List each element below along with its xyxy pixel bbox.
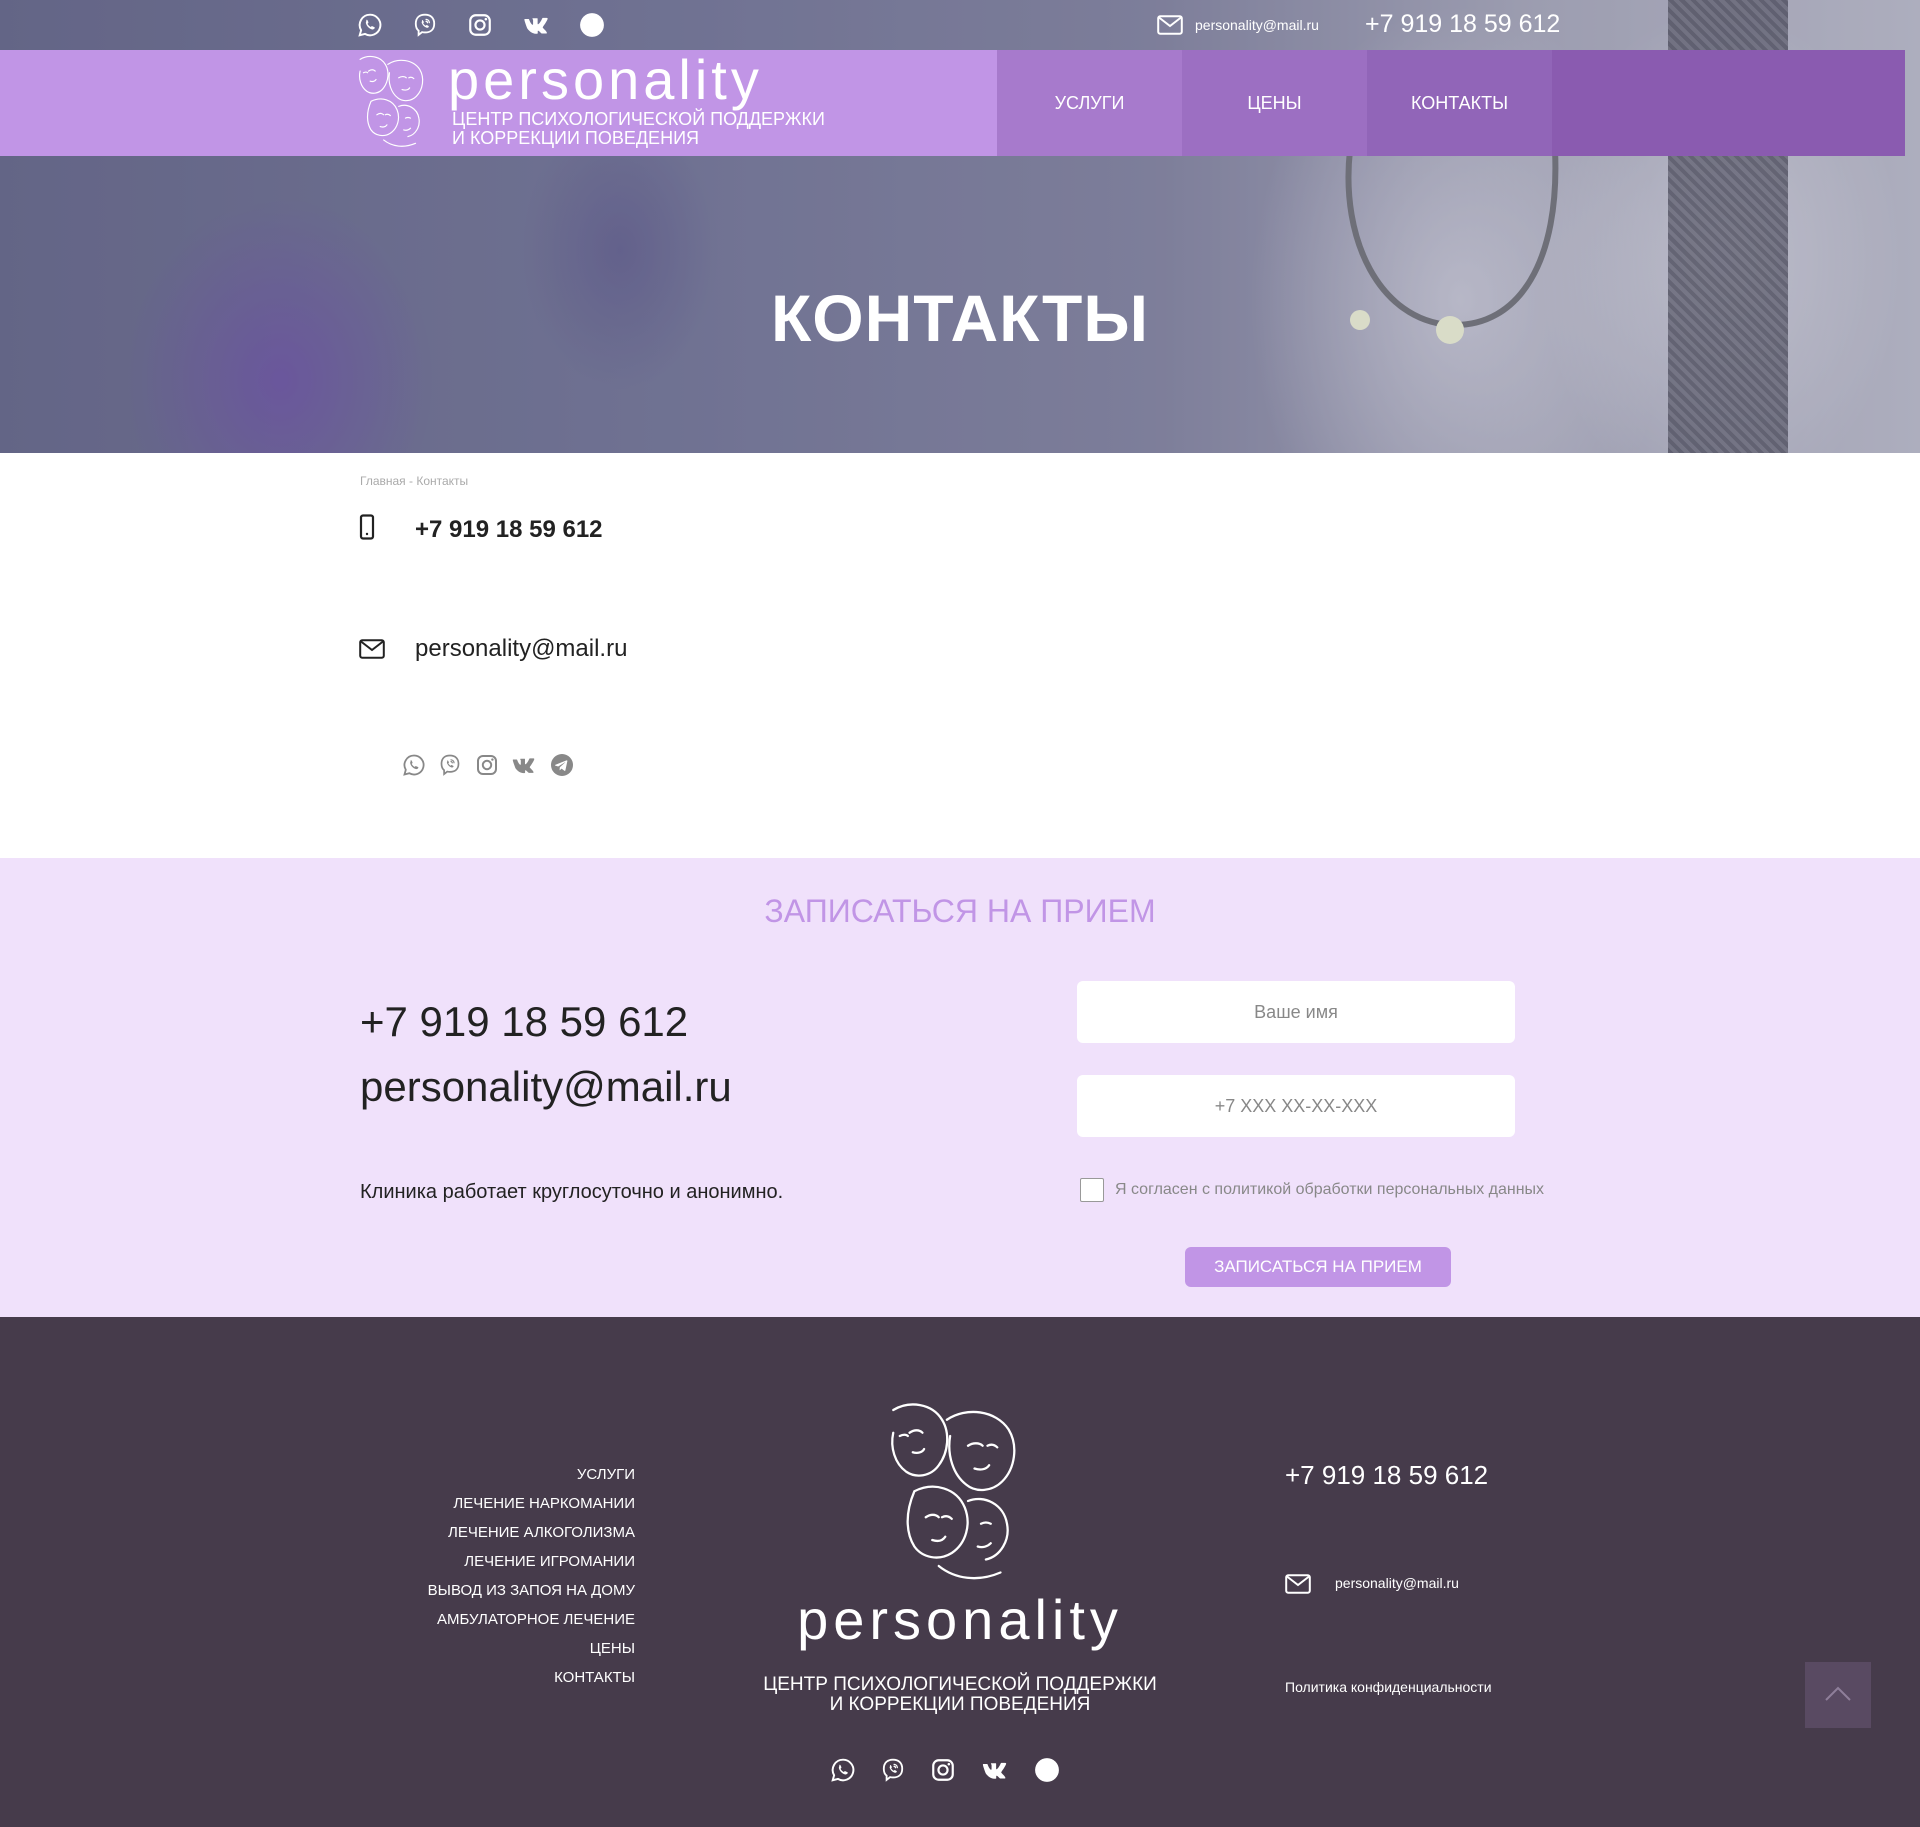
telegram-icon[interactable] bbox=[550, 753, 574, 777]
page-title: КОНТАКТЫ bbox=[771, 281, 1149, 355]
instagram-icon[interactable] bbox=[930, 1757, 956, 1783]
consent-label[interactable]: Я согласен с политикой обработки персона… bbox=[1115, 1181, 1544, 1199]
appointment-phone[interactable]: +7 919 18 59 612 bbox=[360, 998, 688, 1046]
viber-icon[interactable] bbox=[880, 1757, 906, 1783]
footer-menu-item[interactable]: ЛЕЧЕНИЕ НАРКОМАНИИ bbox=[428, 1489, 635, 1518]
logo-faces-icon[interactable] bbox=[350, 50, 434, 156]
name-input[interactable] bbox=[1077, 981, 1515, 1043]
mail-icon bbox=[1157, 15, 1183, 35]
footer-menu: УСЛУГИ ЛЕЧЕНИЕ НАРКОМАНИИ ЛЕЧЕНИЕ АЛКОГО… bbox=[428, 1460, 635, 1692]
topbar: personality@mail.ru +7 919 18 59 612 bbox=[0, 0, 1920, 50]
mobile-phone-icon bbox=[358, 514, 376, 540]
vk-icon[interactable] bbox=[980, 1757, 1006, 1783]
footer-email[interactable]: personality@mail.ru bbox=[1335, 1575, 1459, 1591]
footer-logo-tagline: ЦЕНТР ПСИХОЛОГИЧЕСКОЙ ПОДДЕРЖКИ И КОРРЕК… bbox=[0, 1675, 1920, 1715]
footer: УСЛУГИ ЛЕЧЕНИЕ НАРКОМАНИИ ЛЕЧЕНИЕ АЛКОГО… bbox=[0, 1317, 1920, 1827]
privacy-policy-link[interactable]: Политика конфиденциальности bbox=[1285, 1679, 1492, 1695]
logo-tagline-line2: И КОРРЕКЦИИ ПОВЕДЕНИЯ bbox=[452, 128, 699, 148]
footer-tagline-line1: ЦЕНТР ПСИХОЛОГИЧЕСКОЙ ПОДДЕРЖКИ bbox=[763, 1674, 1157, 1695]
logo-tagline-line1: ЦЕНТР ПСИХОЛОГИЧЕСКОЙ ПОДДЕРЖКИ bbox=[452, 109, 825, 129]
footer-phone[interactable]: +7 919 18 59 612 bbox=[1285, 1460, 1488, 1491]
footer-menu-item[interactable]: ЛЕЧЕНИЕ АЛКОГОЛИЗМА bbox=[428, 1518, 635, 1547]
vk-icon[interactable] bbox=[510, 753, 534, 777]
vk-icon[interactable] bbox=[522, 12, 548, 38]
whatsapp-icon[interactable] bbox=[402, 753, 426, 777]
footer-menu-item[interactable]: УСЛУГИ bbox=[428, 1460, 635, 1489]
contact-email[interactable]: personality@mail.ru bbox=[415, 635, 627, 663]
logo-tagline: ЦЕНТР ПСИХОЛОГИЧЕСКОЙ ПОДДЕРЖКИ И КОРРЕК… bbox=[452, 110, 825, 148]
whatsapp-icon[interactable] bbox=[830, 1757, 856, 1783]
whatsapp-icon[interactable] bbox=[357, 12, 383, 38]
footer-logo-faces-icon bbox=[870, 1397, 1040, 1592]
footer-tagline-line2: И КОРРЕКЦИИ ПОВЕДЕНИЯ bbox=[829, 1694, 1091, 1715]
breadcrumb[interactable]: Главная - Контакты bbox=[360, 474, 468, 488]
submit-appointment-button[interactable]: ЗАПИСАТЬСЯ НА ПРИЕМ bbox=[1185, 1247, 1451, 1287]
instagram-icon[interactable] bbox=[467, 12, 493, 38]
nav-item-prices[interactable]: ЦЕНЫ bbox=[1182, 50, 1367, 156]
main-navbar: УСЛУГИ ЦЕНЫ КОНТАКТЫ bbox=[0, 50, 1905, 156]
instagram-icon[interactable] bbox=[475, 753, 499, 777]
footer-menu-item[interactable]: ЛЕЧЕНИЕ ИГРОМАНИИ bbox=[428, 1547, 635, 1576]
chevron-up-icon bbox=[1825, 1686, 1851, 1701]
mail-icon bbox=[1285, 1574, 1311, 1594]
appointment-section: ЗАПИСАТЬСЯ НА ПРИЕМ +7 919 18 59 612 per… bbox=[0, 858, 1920, 1317]
telegram-icon[interactable] bbox=[579, 12, 605, 38]
appointment-email[interactable]: personality@mail.ru bbox=[360, 1063, 732, 1111]
nav-item-services[interactable]: УСЛУГИ bbox=[997, 50, 1182, 156]
phone-input[interactable] bbox=[1077, 1075, 1515, 1137]
contact-phone[interactable]: +7 919 18 59 612 bbox=[415, 516, 603, 544]
scroll-to-top-button[interactable] bbox=[1805, 1662, 1871, 1728]
viber-icon[interactable] bbox=[412, 12, 438, 38]
mail-icon bbox=[359, 639, 385, 659]
topbar-phone-link[interactable]: +7 919 18 59 612 bbox=[1365, 10, 1560, 39]
appointment-title: ЗАПИСАТЬСЯ НА ПРИЕМ bbox=[764, 893, 1156, 929]
logo-wordmark: personality bbox=[448, 48, 763, 111]
telegram-icon[interactable] bbox=[1034, 1757, 1060, 1783]
nav-item-contacts[interactable]: КОНТАКТЫ bbox=[1367, 50, 1552, 156]
footer-logo-wordmark: personality bbox=[797, 1588, 1123, 1651]
consent-checkbox[interactable] bbox=[1080, 1178, 1104, 1202]
clinic-note: Клиника работает круглосуточно и анонимн… bbox=[360, 1181, 784, 1203]
topbar-email-link[interactable]: personality@mail.ru bbox=[1195, 17, 1319, 33]
viber-icon[interactable] bbox=[438, 753, 462, 777]
